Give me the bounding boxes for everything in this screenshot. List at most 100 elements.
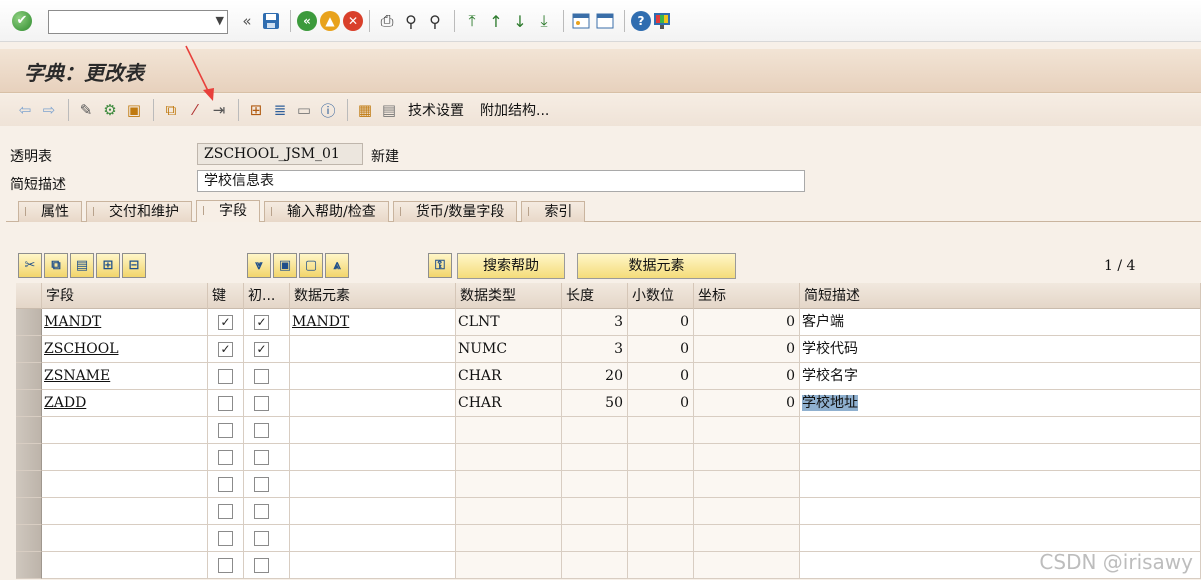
length-cell[interactable]: 50 bbox=[562, 390, 628, 417]
key-checkbox[interactable] bbox=[218, 477, 233, 492]
key-checkbox[interactable]: ✓ bbox=[218, 315, 233, 330]
column-key[interactable]: 键 bbox=[208, 283, 244, 309]
tab-attributes[interactable]: 属性 bbox=[18, 201, 82, 222]
length-cell[interactable] bbox=[562, 525, 628, 552]
short-description-cell[interactable]: 学校地址 bbox=[800, 390, 1201, 417]
short-description-cell[interactable] bbox=[800, 525, 1201, 552]
export-icon[interactable]: ⇥ bbox=[208, 99, 230, 121]
short-description-cell[interactable]: 学校名字 bbox=[800, 363, 1201, 390]
print-icon[interactable]: ⎙ bbox=[376, 10, 398, 32]
insert-row-icon[interactable]: ⊞ bbox=[96, 253, 120, 278]
coordinate-cell[interactable] bbox=[694, 552, 800, 579]
short-description-cell[interactable] bbox=[800, 471, 1201, 498]
search-help-button[interactable]: 搜索帮助 bbox=[457, 253, 565, 279]
decimals-cell[interactable] bbox=[628, 471, 694, 498]
data-element-cell[interactable]: MANDT bbox=[290, 309, 456, 336]
list-icon[interactable]: ▭ bbox=[293, 99, 315, 121]
cancel-icon[interactable]: ✕ bbox=[343, 11, 363, 31]
field-cell[interactable] bbox=[42, 444, 208, 471]
sort-up-icon[interactable]: ⩓ bbox=[325, 253, 349, 278]
decimals-cell[interactable]: 0 bbox=[628, 363, 694, 390]
collapse-icon[interactable]: « bbox=[236, 10, 258, 32]
magic-wand-icon[interactable]: ⁄ bbox=[184, 99, 206, 121]
key-checkbox[interactable] bbox=[218, 450, 233, 465]
find-icon[interactable]: ⚲ bbox=[400, 10, 422, 32]
key-icon[interactable]: ⚿ bbox=[428, 253, 452, 278]
coordinate-cell[interactable] bbox=[694, 417, 800, 444]
contents-icon[interactable]: ▦ bbox=[354, 99, 376, 121]
column-short-description[interactable]: 简短描述 bbox=[800, 283, 1201, 309]
initial-values-checkbox[interactable]: ✓ bbox=[254, 315, 269, 330]
key-checkbox[interactable] bbox=[218, 423, 233, 438]
forward-arrow-icon[interactable]: ⇨ bbox=[38, 99, 60, 121]
row-selector[interactable] bbox=[16, 390, 42, 417]
short-description-cell[interactable] bbox=[800, 498, 1201, 525]
initial-values-checkbox[interactable] bbox=[254, 450, 269, 465]
field-cell[interactable] bbox=[42, 417, 208, 444]
data-type-cell[interactable]: CHAR bbox=[456, 390, 562, 417]
initial-values-checkbox[interactable] bbox=[254, 423, 269, 438]
row-selector[interactable] bbox=[16, 498, 42, 525]
select-all-icon[interactable]: ▣ bbox=[273, 253, 297, 278]
decimals-cell[interactable]: 0 bbox=[628, 390, 694, 417]
field-cell[interactable]: ZADD bbox=[42, 390, 208, 417]
field-cell[interactable]: ZSCHOOL bbox=[42, 336, 208, 363]
first-page-icon[interactable]: ⤒ bbox=[461, 10, 483, 32]
find-next-icon[interactable]: ⚲ bbox=[424, 10, 446, 32]
data-element-cell[interactable] bbox=[290, 552, 456, 579]
length-cell[interactable]: 3 bbox=[562, 336, 628, 363]
initial-values-checkbox[interactable] bbox=[254, 504, 269, 519]
column-length[interactable]: 长度 bbox=[562, 283, 628, 309]
initial-values-checkbox[interactable] bbox=[254, 558, 269, 573]
paste-icon[interactable]: ▤ bbox=[70, 253, 94, 278]
length-cell[interactable] bbox=[562, 471, 628, 498]
data-type-cell[interactable] bbox=[456, 552, 562, 579]
customize-layout-icon[interactable] bbox=[651, 10, 673, 32]
coordinate-cell[interactable] bbox=[694, 498, 800, 525]
column-data-type[interactable]: 数据类型 bbox=[456, 283, 562, 309]
data-element-button[interactable]: 数据元素 bbox=[577, 253, 736, 279]
tab-currency-quantity[interactable]: 货币/数量字段 bbox=[392, 201, 518, 222]
data-element-cell[interactable] bbox=[290, 498, 456, 525]
data-element-cell[interactable] bbox=[290, 471, 456, 498]
shortcut-icon[interactable] bbox=[594, 10, 616, 32]
decimals-cell[interactable] bbox=[628, 444, 694, 471]
row-selector[interactable] bbox=[16, 444, 42, 471]
length-cell[interactable] bbox=[562, 552, 628, 579]
decimals-cell[interactable]: 0 bbox=[628, 309, 694, 336]
chevron-down-icon[interactable]: ▼ bbox=[216, 14, 224, 27]
data-type-cell[interactable] bbox=[456, 471, 562, 498]
enter-check-icon[interactable]: ✔ bbox=[12, 11, 32, 31]
data-type-cell[interactable] bbox=[456, 525, 562, 552]
length-cell[interactable] bbox=[562, 417, 628, 444]
display-change-icon[interactable]: ✎ bbox=[75, 99, 97, 121]
key-checkbox[interactable] bbox=[218, 531, 233, 546]
field-cell[interactable] bbox=[42, 498, 208, 525]
short-description-input[interactable]: 学校信息表 bbox=[197, 170, 805, 192]
exit-icon[interactable]: ▲ bbox=[320, 11, 340, 31]
field-cell[interactable] bbox=[42, 552, 208, 579]
decimals-cell[interactable] bbox=[628, 552, 694, 579]
header-selector[interactable] bbox=[16, 283, 42, 309]
previous-page-icon[interactable]: ↑ bbox=[485, 10, 507, 32]
table-view-icon[interactable]: ▤ bbox=[378, 99, 400, 121]
activate-icon[interactable]: ▣ bbox=[123, 99, 145, 121]
row-selector[interactable] bbox=[16, 336, 42, 363]
data-type-cell[interactable]: NUMC bbox=[456, 336, 562, 363]
key-checkbox[interactable] bbox=[218, 369, 233, 384]
row-selector[interactable] bbox=[16, 417, 42, 444]
column-field[interactable]: 字段 bbox=[42, 283, 208, 309]
stack-icon[interactable]: ≣ bbox=[269, 99, 291, 121]
row-selector[interactable] bbox=[16, 471, 42, 498]
row-selector[interactable] bbox=[16, 525, 42, 552]
field-cell[interactable] bbox=[42, 471, 208, 498]
row-selector[interactable] bbox=[16, 309, 42, 336]
row-selector[interactable] bbox=[16, 552, 42, 579]
data-element-cell[interactable] bbox=[290, 525, 456, 552]
field-cell[interactable] bbox=[42, 525, 208, 552]
decimals-cell[interactable] bbox=[628, 525, 694, 552]
new-session-icon[interactable] bbox=[570, 10, 592, 32]
short-description-cell[interactable]: 客户端 bbox=[800, 309, 1201, 336]
key-checkbox[interactable] bbox=[218, 558, 233, 573]
key-checkbox[interactable] bbox=[218, 504, 233, 519]
